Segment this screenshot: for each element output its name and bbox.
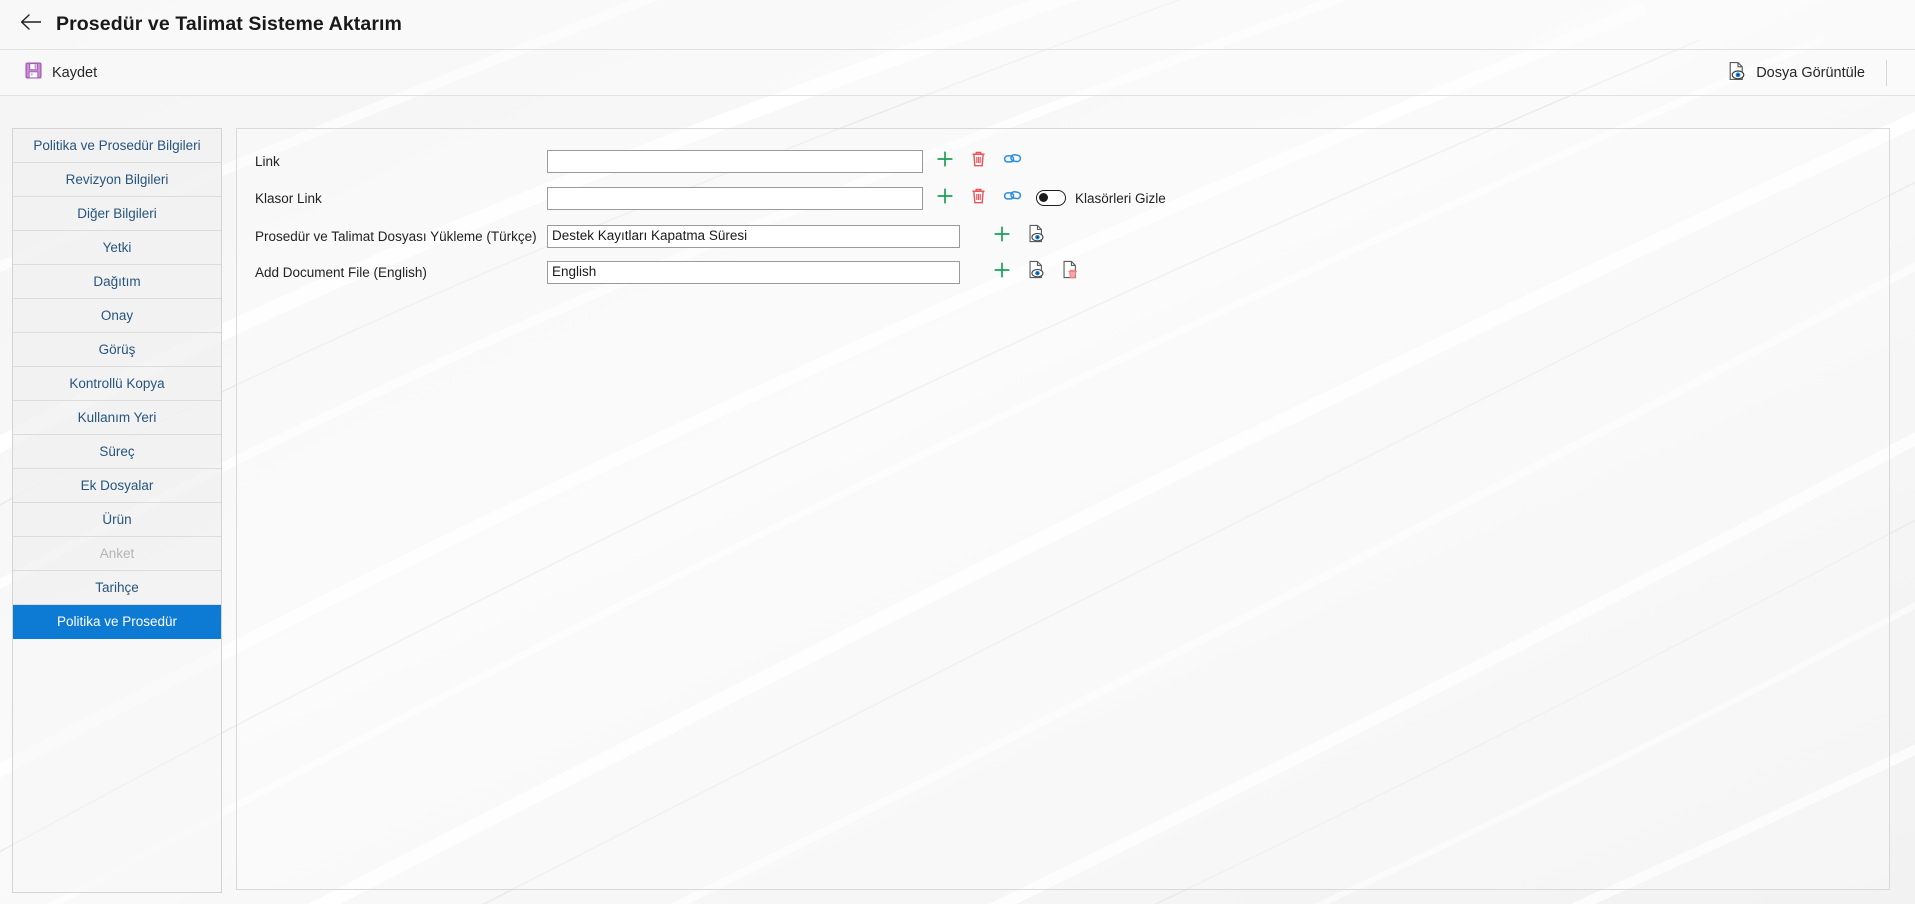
upload-tr-input[interactable] bbox=[547, 224, 960, 248]
upload-tr-add-button[interactable] bbox=[993, 225, 1011, 248]
sidebar-item-label: Politika ve Prosedür bbox=[56, 614, 178, 629]
plus-icon bbox=[993, 225, 1011, 248]
titlebar: Prosedür ve Talimat Sisteme Aktarım bbox=[0, 0, 1915, 50]
command-bar-divider bbox=[1886, 59, 1887, 86]
trash-icon bbox=[970, 187, 987, 210]
content-panel: Link Klasor Link Klasörleri Gizle Prosed… bbox=[236, 128, 1890, 890]
sidebar-item-label: Diğer Bilgileri bbox=[77, 206, 157, 221]
sidebar-item-dagitim[interactable]: Dağıtım bbox=[13, 265, 221, 299]
sidebar-item-politika-ve-prosedur[interactable]: Politika ve Prosedür bbox=[13, 605, 221, 639]
upload-en-input[interactable] bbox=[547, 260, 960, 284]
view-file-button-label: Dosya Görüntüle bbox=[1756, 64, 1865, 81]
toggle-knob bbox=[1039, 193, 1049, 203]
sidebar-item-urun[interactable]: Ürün bbox=[13, 503, 221, 537]
sidebar-item-politika-ve-prosedur-bilgileri[interactable]: Politika ve Prosedür Bilgileri bbox=[13, 129, 221, 163]
sidebar-item-ek-dosyalar[interactable]: Ek Dosyalar bbox=[13, 469, 221, 503]
sidebar: Politika ve Prosedür Bilgileri Revizyon … bbox=[12, 128, 222, 893]
chain-link-icon bbox=[1003, 151, 1022, 172]
arrow-left-icon bbox=[19, 13, 43, 36]
sidebar-item-label: Kullanım Yeri bbox=[77, 410, 157, 425]
sidebar-item-kontrollu-kopya[interactable]: Kontrollü Kopya bbox=[13, 367, 221, 401]
sidebar-item-gorus[interactable]: Görüş bbox=[13, 333, 221, 367]
document-delete-icon bbox=[1061, 260, 1079, 284]
sidebar-item-label: Süreç bbox=[99, 444, 135, 459]
link-delete-button[interactable] bbox=[970, 150, 987, 173]
sidebar-item-yetki[interactable]: Yetki bbox=[13, 231, 221, 265]
sidebar-item-surec[interactable]: Süreç bbox=[13, 435, 221, 469]
form-row: Link bbox=[255, 149, 1022, 173]
upload-tr-label: Prosedür ve Talimat Dosyası Yükleme (Tür… bbox=[255, 228, 537, 244]
klasor-link-delete-button[interactable] bbox=[970, 187, 987, 210]
link-label: Link bbox=[255, 153, 280, 169]
sidebar-item-revizyon-bilgileri[interactable]: Revizyon Bilgileri bbox=[13, 163, 221, 197]
link-chain-button[interactable] bbox=[1003, 151, 1022, 172]
klasor-link-input[interactable] bbox=[547, 186, 923, 210]
upload-tr-view-button[interactable] bbox=[1027, 224, 1045, 248]
app-window: Prosedür ve Talimat Sisteme Aktarım Kayd… bbox=[0, 0, 1915, 904]
document-eye-icon bbox=[1727, 61, 1746, 85]
sidebar-item-tarihce[interactable]: Tarihçe bbox=[13, 571, 221, 605]
trash-icon bbox=[970, 150, 987, 173]
sidebar-item-diger-bilgileri[interactable]: Diğer Bilgileri bbox=[13, 197, 221, 231]
form-row: Add Document File (English) bbox=[255, 260, 1079, 284]
upload-en-delete-button[interactable] bbox=[1061, 260, 1079, 284]
floppy-save-icon bbox=[24, 61, 43, 84]
save-button[interactable]: Kaydet bbox=[18, 57, 103, 88]
hide-folders-toggle-label: Klasörleri Gizle bbox=[1075, 190, 1166, 206]
plus-icon bbox=[936, 187, 954, 210]
view-file-button[interactable]: Dosya Görüntüle bbox=[1721, 57, 1871, 89]
document-eye-icon bbox=[1027, 224, 1045, 248]
form-row: Klasor Link Klasörleri Gizle bbox=[255, 186, 1166, 210]
sidebar-item-kullanim-yeri[interactable]: Kullanım Yeri bbox=[13, 401, 221, 435]
form-row: Prosedür ve Talimat Dosyası Yükleme (Tür… bbox=[255, 224, 1045, 248]
back-button[interactable] bbox=[14, 8, 48, 42]
klasor-link-chain-button[interactable] bbox=[1003, 188, 1022, 209]
upload-en-add-button[interactable] bbox=[993, 261, 1011, 284]
klasor-link-label: Klasor Link bbox=[255, 190, 322, 206]
klasor-link-add-button[interactable] bbox=[936, 187, 954, 210]
chain-link-icon bbox=[1003, 188, 1022, 209]
sidebar-item-onay[interactable]: Onay bbox=[13, 299, 221, 333]
plus-icon bbox=[993, 261, 1011, 284]
page-title: Prosedür ve Talimat Sisteme Aktarım bbox=[56, 13, 402, 35]
upload-en-label: Add Document File (English) bbox=[255, 264, 427, 280]
link-input[interactable] bbox=[547, 149, 923, 173]
command-bar: Kaydet Dosya Görüntüle bbox=[0, 50, 1915, 96]
upload-en-view-button[interactable] bbox=[1027, 260, 1045, 284]
sidebar-item-label: Görüş bbox=[98, 342, 136, 357]
sidebar-item-label: Dağıtım bbox=[93, 274, 141, 289]
sidebar-item-label: Ek Dosyalar bbox=[80, 478, 154, 493]
document-eye-icon bbox=[1027, 260, 1045, 284]
sidebar-item-label: Kontrollü Kopya bbox=[69, 376, 165, 391]
sidebar-item-label: Onay bbox=[100, 308, 134, 323]
sidebar-item-label: Anket bbox=[99, 546, 135, 561]
sidebar-item-label: Yetki bbox=[102, 240, 132, 255]
plus-icon bbox=[936, 150, 954, 173]
sidebar-item-label: Politika ve Prosedür Bilgileri bbox=[33, 138, 201, 153]
sidebar-item-label: Tarihçe bbox=[95, 580, 139, 595]
link-add-button[interactable] bbox=[936, 150, 954, 173]
sidebar-item-anket: Anket bbox=[13, 537, 221, 571]
save-button-label: Kaydet bbox=[52, 64, 98, 81]
sidebar-item-label: Ürün bbox=[102, 512, 132, 527]
sidebar-item-label: Revizyon Bilgileri bbox=[65, 172, 169, 187]
hide-folders-toggle[interactable] bbox=[1036, 190, 1066, 206]
